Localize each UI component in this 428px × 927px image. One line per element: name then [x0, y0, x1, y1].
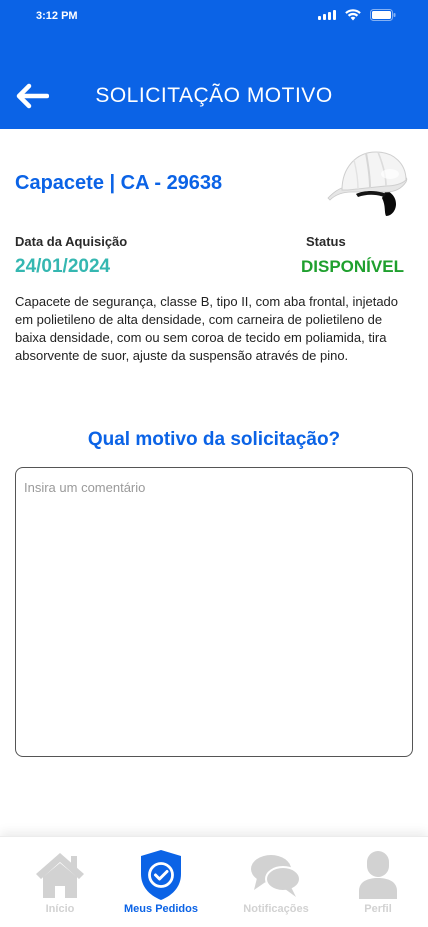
bottom-tab-bar: Início Meus Pedidos Notificações Perfil — [0, 836, 428, 927]
app-header: 3:12 PM SOLICITAÇÃO MOTIVO — [0, 0, 428, 129]
item-description: Capacete de segurança, classe B, tipo II… — [15, 294, 399, 363]
user-icon — [358, 849, 398, 901]
tab-label-inicio: Início — [45, 903, 75, 915]
chat-bubbles-icon — [249, 849, 303, 901]
battery-icon — [370, 9, 396, 21]
tab-meus-pedidos[interactable]: Meus Pedidos — [118, 837, 204, 927]
tab-label-notificacoes: Notificações — [243, 903, 309, 915]
signal-icon — [318, 10, 336, 20]
item-name: Capacete | CA - 29638 — [15, 172, 223, 194]
status-icons — [318, 9, 396, 21]
status-time: 3:12 PM — [36, 10, 78, 22]
tab-inicio[interactable]: Início — [22, 837, 98, 927]
tab-label-meus-pedidos: Meus Pedidos — [124, 903, 198, 915]
shield-check-icon — [137, 849, 185, 901]
acquisition-date-value: 24/01/2024 — [15, 256, 111, 277]
acquisition-date-label: Data da Aquisição — [15, 234, 128, 249]
home-icon — [34, 849, 86, 901]
page-title: SOLICITAÇÃO MOTIVO — [95, 84, 333, 107]
status-label: Status — [306, 234, 346, 249]
tab-perfil[interactable]: Perfil — [346, 837, 410, 927]
wifi-icon — [345, 9, 361, 21]
tab-notificacoes[interactable]: Notificações — [236, 837, 316, 927]
helmet-image — [326, 146, 410, 220]
status-value: DISPONÍVEL — [301, 257, 404, 276]
tab-label-perfil: Perfil — [364, 903, 392, 915]
request-question: Qual motivo da solicitação? — [87, 429, 341, 450]
comment-input[interactable] — [15, 467, 413, 757]
